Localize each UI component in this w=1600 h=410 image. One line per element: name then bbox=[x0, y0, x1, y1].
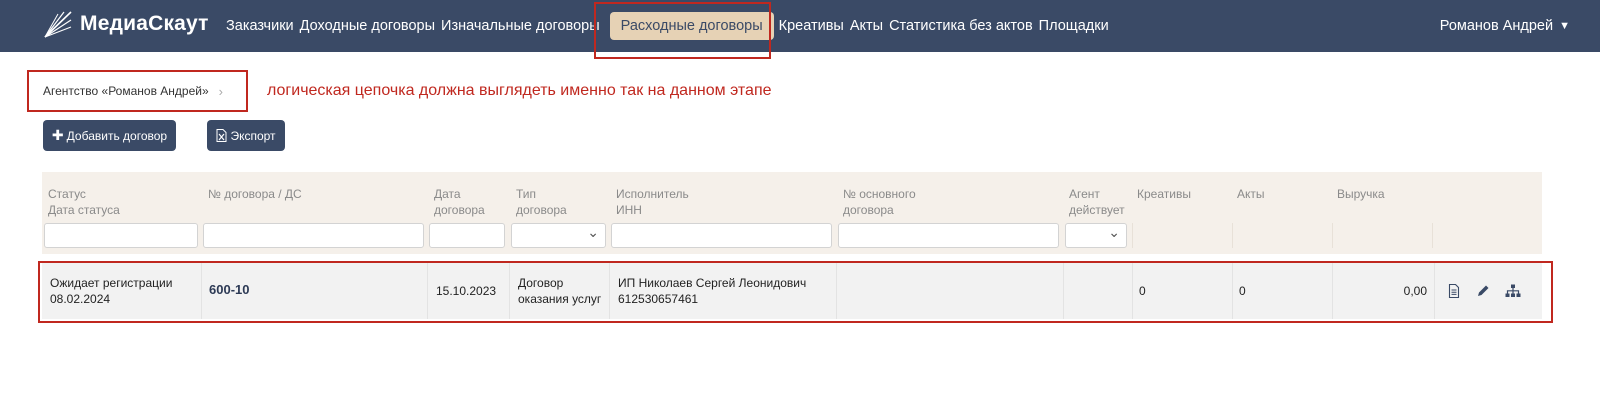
filter-main-number-input[interactable] bbox=[838, 223, 1059, 248]
filter-executor-input[interactable] bbox=[611, 223, 832, 248]
highlight-frame-breadcrumb bbox=[27, 70, 248, 112]
header-divider bbox=[1332, 223, 1333, 248]
export-button[interactable]: Экспорт bbox=[207, 120, 285, 151]
table-header: Статус Дата статуса № договора / ДС Дата… bbox=[42, 172, 1542, 254]
nav-item-platforms[interactable]: Площадки bbox=[1039, 18, 1109, 34]
nav-item-acts[interactable]: Акты bbox=[850, 18, 883, 34]
add-contract-button[interactable]: ✚ Добавить договор bbox=[43, 120, 176, 151]
filter-date-input[interactable] bbox=[429, 223, 505, 248]
header-creatives: Креативы bbox=[1137, 187, 1191, 201]
user-name: Романов Андрей bbox=[1439, 18, 1554, 34]
nav-item-initial-contracts[interactable]: Изначальные договоры bbox=[441, 18, 600, 34]
header-divider bbox=[1232, 223, 1233, 248]
header-acts: Акты bbox=[1237, 187, 1265, 201]
filter-agent-select[interactable] bbox=[1065, 223, 1127, 248]
header-type: Тип договора bbox=[516, 187, 567, 217]
user-menu[interactable]: Романов Андрей ▼ bbox=[1440, 0, 1570, 52]
nav-item-income-contracts[interactable]: Доходные договоры bbox=[300, 18, 435, 34]
filter-status-input[interactable] bbox=[44, 223, 198, 248]
filter-type-select[interactable] bbox=[511, 223, 606, 248]
plus-icon: ✚ bbox=[51, 127, 64, 143]
header-revenue: Выручка bbox=[1337, 187, 1385, 201]
brand-logo[interactable]: МедиаСкаут bbox=[42, 7, 209, 41]
caret-down-icon: ▼ bbox=[1559, 20, 1570, 32]
nav-item-stats-without-acts[interactable]: Статистика без актов bbox=[889, 18, 1033, 34]
header-executor: Исполнитель ИНН bbox=[616, 187, 689, 217]
header-status: Статус Дата статуса bbox=[48, 187, 120, 217]
logo-icon bbox=[44, 11, 72, 38]
excel-icon bbox=[216, 129, 227, 142]
export-label: Экспорт bbox=[230, 128, 276, 143]
brand-name: МедиаСкаут bbox=[80, 12, 209, 35]
annotation-note: логическая цепочка должна выглядеть имен… bbox=[267, 82, 772, 99]
header-date: Дата договора bbox=[434, 187, 485, 217]
top-navbar: МедиаСкаут Заказчики Доходные договоры И… bbox=[0, 0, 1600, 52]
header-number: № договора / ДС bbox=[208, 187, 302, 201]
add-contract-label: Добавить договор bbox=[66, 128, 168, 143]
filter-number-input[interactable] bbox=[203, 223, 424, 248]
header-main-number: № основного договора bbox=[843, 187, 916, 217]
highlight-frame-row bbox=[38, 261, 1553, 323]
header-divider bbox=[1432, 223, 1433, 248]
header-divider bbox=[1132, 223, 1133, 248]
header-agent: Агент действует bbox=[1069, 187, 1125, 217]
highlight-frame-active-tab bbox=[594, 2, 771, 59]
nav-item-creatives[interactable]: Креативы bbox=[779, 18, 844, 34]
nav-item-customers[interactable]: Заказчики bbox=[226, 18, 294, 34]
